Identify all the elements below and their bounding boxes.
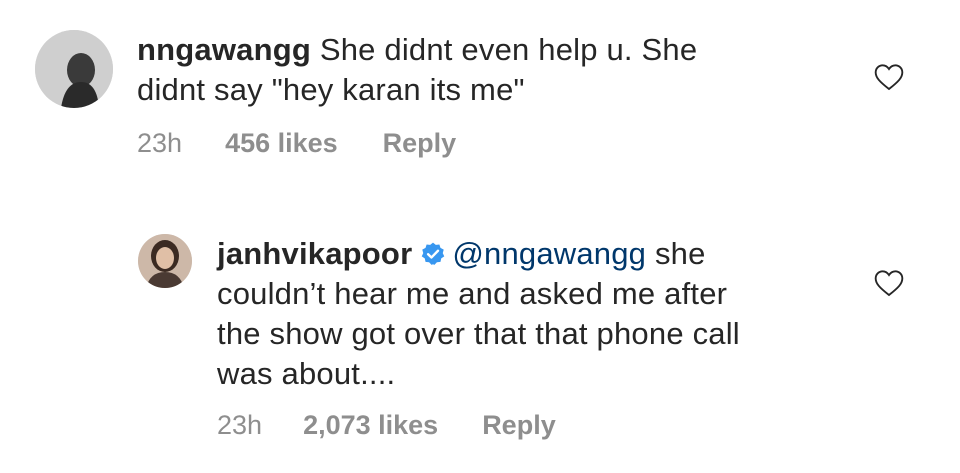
reply-button[interactable]: Reply	[482, 410, 556, 441]
username-link[interactable]: janhvikapoor	[217, 236, 412, 271]
avatar[interactable]	[35, 30, 113, 108]
like-heart-icon[interactable]	[873, 267, 905, 299]
comment-text: nngawangg She didnt even help u. She did…	[137, 30, 857, 110]
like-heart-icon[interactable]	[873, 61, 905, 93]
comment-janhvikapoor: janhvikapoor @nngawangg she couldn’t hea…	[0, 210, 960, 473]
likes-count[interactable]: 2,073 likes	[303, 410, 438, 441]
avatar-photo	[35, 30, 113, 108]
comment-body-line3: the show got over that that phone call	[217, 316, 740, 351]
reply-button[interactable]: Reply	[383, 128, 457, 159]
comment-body-line4: was about....	[217, 356, 396, 391]
comment-nngawangg: nngawangg She didnt even help u. She did…	[0, 0, 960, 200]
avatar-photo	[138, 234, 192, 288]
comment-time[interactable]: 23h	[137, 128, 182, 159]
verified-badge-icon	[422, 242, 445, 265]
comment-body-line2: didnt say "hey karan its me"	[137, 72, 525, 107]
comment-body-line1: She didnt even help u. She	[311, 32, 698, 67]
comment-text: janhvikapoor @nngawangg she couldn’t hea…	[217, 234, 857, 394]
comment-meta: 23h 456 likes Reply	[137, 128, 456, 159]
username-link[interactable]: nngawangg	[137, 32, 311, 67]
mention-link[interactable]: @nngawangg	[452, 236, 646, 271]
comment-body-line1: she	[646, 236, 706, 271]
comment-meta: 23h 2,073 likes Reply	[217, 410, 556, 441]
likes-count[interactable]: 456 likes	[225, 128, 338, 159]
comment-time[interactable]: 23h	[217, 410, 262, 441]
avatar[interactable]	[138, 234, 192, 288]
comment-body-line2: couldn’t hear me and asked me after	[217, 276, 728, 311]
